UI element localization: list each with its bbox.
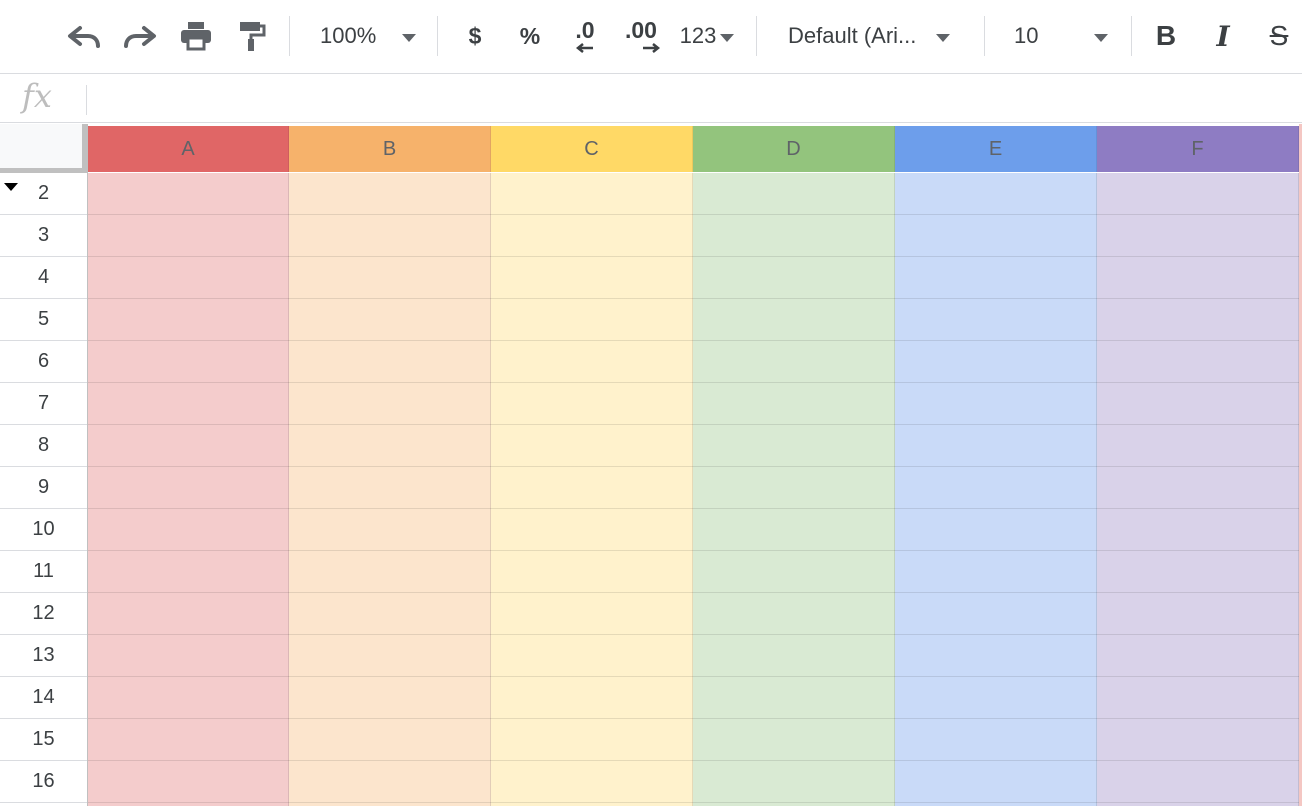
strikethrough-label: S — [1269, 20, 1289, 51]
row-header[interactable]: 5 — [0, 299, 87, 341]
chevron-down-icon — [936, 34, 951, 42]
bold-label: B — [1155, 20, 1177, 51]
row-number: 7 — [37, 392, 50, 414]
more-formats-label: 123 — [679, 23, 717, 48]
toolbar-separator — [1131, 16, 1132, 56]
column-cells-d[interactable] — [693, 173, 895, 806]
more-formats-select[interactable]: 123 — [674, 14, 740, 58]
column-header-e[interactable]: E — [895, 126, 1097, 172]
row-header[interactable]: 6 — [0, 341, 87, 383]
column-cells-c[interactable] — [491, 173, 693, 806]
row-header[interactable]: 3 — [0, 215, 87, 257]
chevron-down-icon — [1094, 34, 1109, 42]
increase-decimal-label: .00 — [625, 17, 657, 43]
column-cells-e[interactable] — [895, 173, 1097, 806]
fx-icon: fx — [22, 77, 52, 115]
column-header-f[interactable]: F — [1097, 126, 1299, 172]
toolbar-separator — [984, 16, 985, 56]
row-number: 6 — [37, 350, 50, 372]
column-header-c[interactable]: C — [491, 126, 693, 172]
font-size-select[interactable]: 10 — [1004, 14, 1120, 58]
toolbar-separator — [437, 16, 438, 56]
row-headers: 2 3 4 5 6 7 8 9 10 11 12 13 14 15 16 — [0, 173, 88, 806]
zoom-select[interactable]: 100% — [310, 14, 428, 58]
row-number: 10 — [32, 518, 55, 540]
percent-button[interactable]: % — [510, 14, 550, 58]
print-icon[interactable] — [174, 14, 218, 58]
column-header-b[interactable]: B — [289, 126, 491, 172]
column-header-a[interactable]: A — [88, 126, 289, 172]
arrow-right-icon — [643, 43, 661, 53]
row-number: 3 — [37, 224, 50, 246]
row-number: 15 — [32, 728, 55, 750]
row-header[interactable]: 10 — [0, 509, 87, 551]
row-header[interactable]: 2 — [0, 173, 87, 215]
row-number: 12 — [32, 602, 55, 624]
row-header[interactable]: 7 — [0, 383, 87, 425]
redo-icon[interactable] — [118, 14, 162, 58]
row-number: 5 — [37, 308, 50, 330]
row-header[interactable]: 4 — [0, 257, 87, 299]
row-number: 2 — [37, 182, 50, 204]
strikethrough-button[interactable]: S — [1259, 14, 1299, 58]
row-header[interactable]: 15 — [0, 719, 87, 761]
font-family-select[interactable]: Default (Ari... — [780, 14, 970, 58]
italic-button[interactable]: I — [1203, 14, 1243, 58]
font-size-value: 10 — [1014, 23, 1039, 48]
formula-input[interactable] — [96, 83, 1286, 115]
font-family-value: Default (Ari... — [788, 23, 917, 48]
row-number: 8 — [37, 434, 50, 456]
increase-decimal-button[interactable]: .00 — [616, 14, 666, 58]
decrease-decimal-button[interactable]: .0 — [562, 14, 608, 58]
row-number: 14 — [32, 686, 55, 708]
select-all-corner[interactable] — [0, 124, 88, 174]
chevron-down-icon — [720, 34, 735, 42]
row-number: 16 — [32, 770, 55, 792]
chevron-down-icon — [402, 34, 417, 42]
column-cells-f[interactable] — [1097, 173, 1299, 806]
collapse-caret-icon[interactable] — [4, 183, 18, 191]
row-number: 4 — [37, 266, 50, 288]
row-number: 11 — [33, 560, 54, 582]
bold-button[interactable]: B — [1146, 14, 1186, 58]
row-number: 9 — [37, 476, 50, 498]
column-cells-a[interactable] — [88, 173, 289, 806]
row-header[interactable]: 14 — [0, 677, 87, 719]
arrow-left-icon — [575, 43, 593, 53]
row-header[interactable]: 8 — [0, 425, 87, 467]
toolbar: 100% $ % .0 .00 123 Default (Ari... 10 B… — [0, 0, 1302, 74]
zoom-value: 100% — [320, 23, 377, 48]
percent-label: % — [519, 22, 541, 49]
column-cells-b[interactable] — [289, 173, 491, 806]
formula-bar: fx — [0, 75, 1302, 123]
decrease-decimal-label: .0 — [575, 17, 595, 43]
formula-separator — [86, 85, 87, 115]
currency-button[interactable]: $ — [455, 14, 495, 58]
row-header[interactable]: 12 — [0, 593, 87, 635]
toolbar-separator — [289, 16, 290, 56]
row-header[interactable]: 11 — [0, 551, 87, 593]
undo-icon[interactable] — [62, 14, 106, 58]
toolbar-separator — [756, 16, 757, 56]
column-header-d[interactable]: D — [693, 126, 895, 172]
currency-label: $ — [468, 22, 482, 49]
row-header[interactable]: 16 — [0, 761, 87, 803]
row-number: 13 — [32, 644, 55, 666]
paint-format-icon[interactable] — [230, 14, 274, 58]
italic-label: I — [1216, 19, 1230, 53]
row-header[interactable]: 9 — [0, 467, 87, 509]
row-header[interactable]: 13 — [0, 635, 87, 677]
